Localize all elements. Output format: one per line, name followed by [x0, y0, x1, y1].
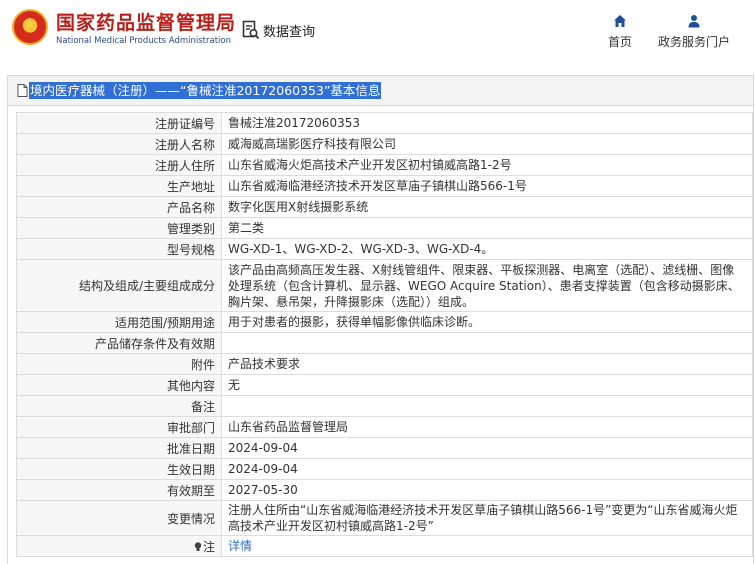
field-label: 其他内容: [16, 374, 222, 396]
field-value: 山东省威海火炬高技术产业开发区初村镇威高路1-2号: [221, 154, 753, 176]
field-label: 备注: [16, 395, 222, 417]
site-header: ★ 国家药品监督管理局 National Medical Products Ad…: [0, 0, 755, 64]
nav-service-portal[interactable]: 政务服务门户: [650, 14, 738, 50]
nav-home[interactable]: 首页: [600, 14, 640, 50]
search-icon: [242, 20, 260, 40]
field-value: 数字化医用X射线摄影系统: [221, 196, 753, 218]
data-query-link[interactable]: 数据查询: [242, 19, 315, 41]
field-value: 产品技术要求: [221, 353, 753, 375]
table-row: 有效期至 2027-05-30: [16, 479, 753, 501]
nav-home-label: 首页: [607, 35, 632, 49]
field-label: 管理类别: [16, 217, 222, 239]
field-value: 无: [221, 374, 753, 396]
table-row: 生产地址 山东省威海临港经济技术开发区草庙子镇棋山路566-1号: [16, 175, 753, 197]
field-value: 第二类: [221, 217, 753, 239]
field-value: 山东省药品监督管理局: [221, 416, 753, 438]
field-label: 生产地址: [16, 175, 222, 197]
field-label: 注册人住所: [16, 154, 222, 176]
org-name-cn: 国家药品监督管理局: [56, 12, 237, 34]
field-value: 2024-09-04: [221, 458, 753, 480]
national-emblem-icon: ★: [12, 9, 48, 45]
table-row: 结构及组成/主要组成成分 该产品由高频高压发生器、X射线管组件、限束器、平板探测器…: [16, 259, 753, 312]
panel-title: 境内医疗器械（注册）——“鲁械注准20172060353”基本信息: [29, 82, 382, 99]
field-value: 注册人住所由“山东省威海临港经济技术开发区草庙子镇棋山路566-1号”变更为“山…: [221, 500, 753, 536]
table-row: 审批部门 山东省药品监督管理局: [16, 416, 753, 438]
table-row: 适用范围/预期用途 用于对患者的摄影，获得单幅影像供临床诊断。: [16, 311, 753, 333]
field-value: 2027-05-30: [221, 479, 753, 501]
table-row: 注册人名称 威海威高瑞影医疗科技有限公司: [16, 133, 753, 155]
field-label: 结构及组成/主要组成成分: [16, 259, 222, 312]
note-value-cell: 详情: [221, 535, 753, 557]
detail-table: 注册证编号 鲁械注准20172060353 注册人名称 威海威高瑞影医疗科技有限公司注…: [16, 112, 753, 557]
field-label: 注册人名称: [16, 133, 222, 155]
field-value: 2024-09-04: [221, 437, 753, 459]
detail-panel: 境内医疗器械（注册）——“鲁械注准20172060353”基本信息 注册证编号鲁…: [7, 75, 754, 564]
table-row-note: 注详情: [16, 535, 753, 557]
data-query-label: 数据查询: [263, 24, 316, 40]
field-value: WG-XD-1、WG-XD-2、WG-XD-3、WG-XD-4。: [221, 238, 753, 260]
field-label: 审批部门: [16, 416, 222, 438]
field-value: [221, 332, 753, 354]
field-value: 用于对患者的摄影，获得单幅影像供临床诊断。: [221, 311, 753, 333]
field-label: 产品名称: [16, 196, 222, 218]
table-row: 批准日期 2024-09-04: [16, 437, 753, 459]
field-label: 产品储存条件及有效期: [16, 332, 222, 354]
note-label-cell: 注: [16, 535, 222, 557]
field-value: 鲁械注准20172060353: [221, 112, 753, 134]
table-row: 注册人住所 山东省威海火炬高技术产业开发区初村镇威高路1-2号: [16, 154, 753, 176]
field-label: 有效期至: [16, 479, 222, 501]
table-row: 产品储存条件及有效期: [16, 332, 753, 354]
panel-title-bar: 境内医疗器械（注册）——“鲁械注准20172060353”基本信息: [8, 76, 753, 106]
field-value: 威海威高瑞影医疗科技有限公司: [221, 133, 753, 155]
table-row: 注册证编号 鲁械注准20172060353: [16, 112, 753, 134]
field-value: 该产品由高频高压发生器、X射线管组件、限束器、平板探测器、电离室（选配）、滤线栅…: [221, 259, 753, 312]
document-icon: [17, 84, 28, 97]
user-icon: [688, 15, 700, 28]
table-row: 备注: [16, 395, 753, 417]
nav-service-portal-label: 政务服务门户: [657, 35, 730, 49]
table-row: 产品名称 数字化医用X射线摄影系统: [16, 196, 753, 218]
table-row: 其他内容无: [16, 374, 753, 396]
field-value: 山东省威海临港经济技术开发区草庙子镇棋山路566-1号: [221, 175, 753, 197]
field-label: 适用范围/预期用途: [16, 311, 222, 333]
table-row: 附件 产品技术要求: [16, 353, 753, 375]
field-label: 生效日期: [16, 458, 222, 480]
home-icon: [614, 15, 626, 27]
note-label: 注: [202, 539, 215, 554]
field-label: 型号规格: [16, 238, 222, 260]
table-row: 型号规格 WG-XD-1、WG-XD-2、WG-XD-3、WG-XD-4。: [16, 238, 753, 260]
details-link[interactable]: 详情: [228, 539, 252, 553]
table-row: 变更情况 注册人住所由“山东省威海临港经济技术开发区草庙子镇棋山路566-1号”变…: [16, 500, 753, 536]
field-label: 附件: [16, 353, 222, 375]
field-label: 变更情况: [16, 500, 222, 536]
field-value: [221, 395, 753, 417]
table-row: 生效日期 2024-09-04: [16, 458, 753, 480]
field-label: 注册证编号: [16, 112, 222, 134]
org-name-en: National Medical Products Administration: [56, 36, 231, 46]
lightbulb-icon: [194, 541, 202, 551]
field-label: 批准日期: [16, 437, 222, 459]
table-row: 管理类别 第二类: [16, 217, 753, 239]
